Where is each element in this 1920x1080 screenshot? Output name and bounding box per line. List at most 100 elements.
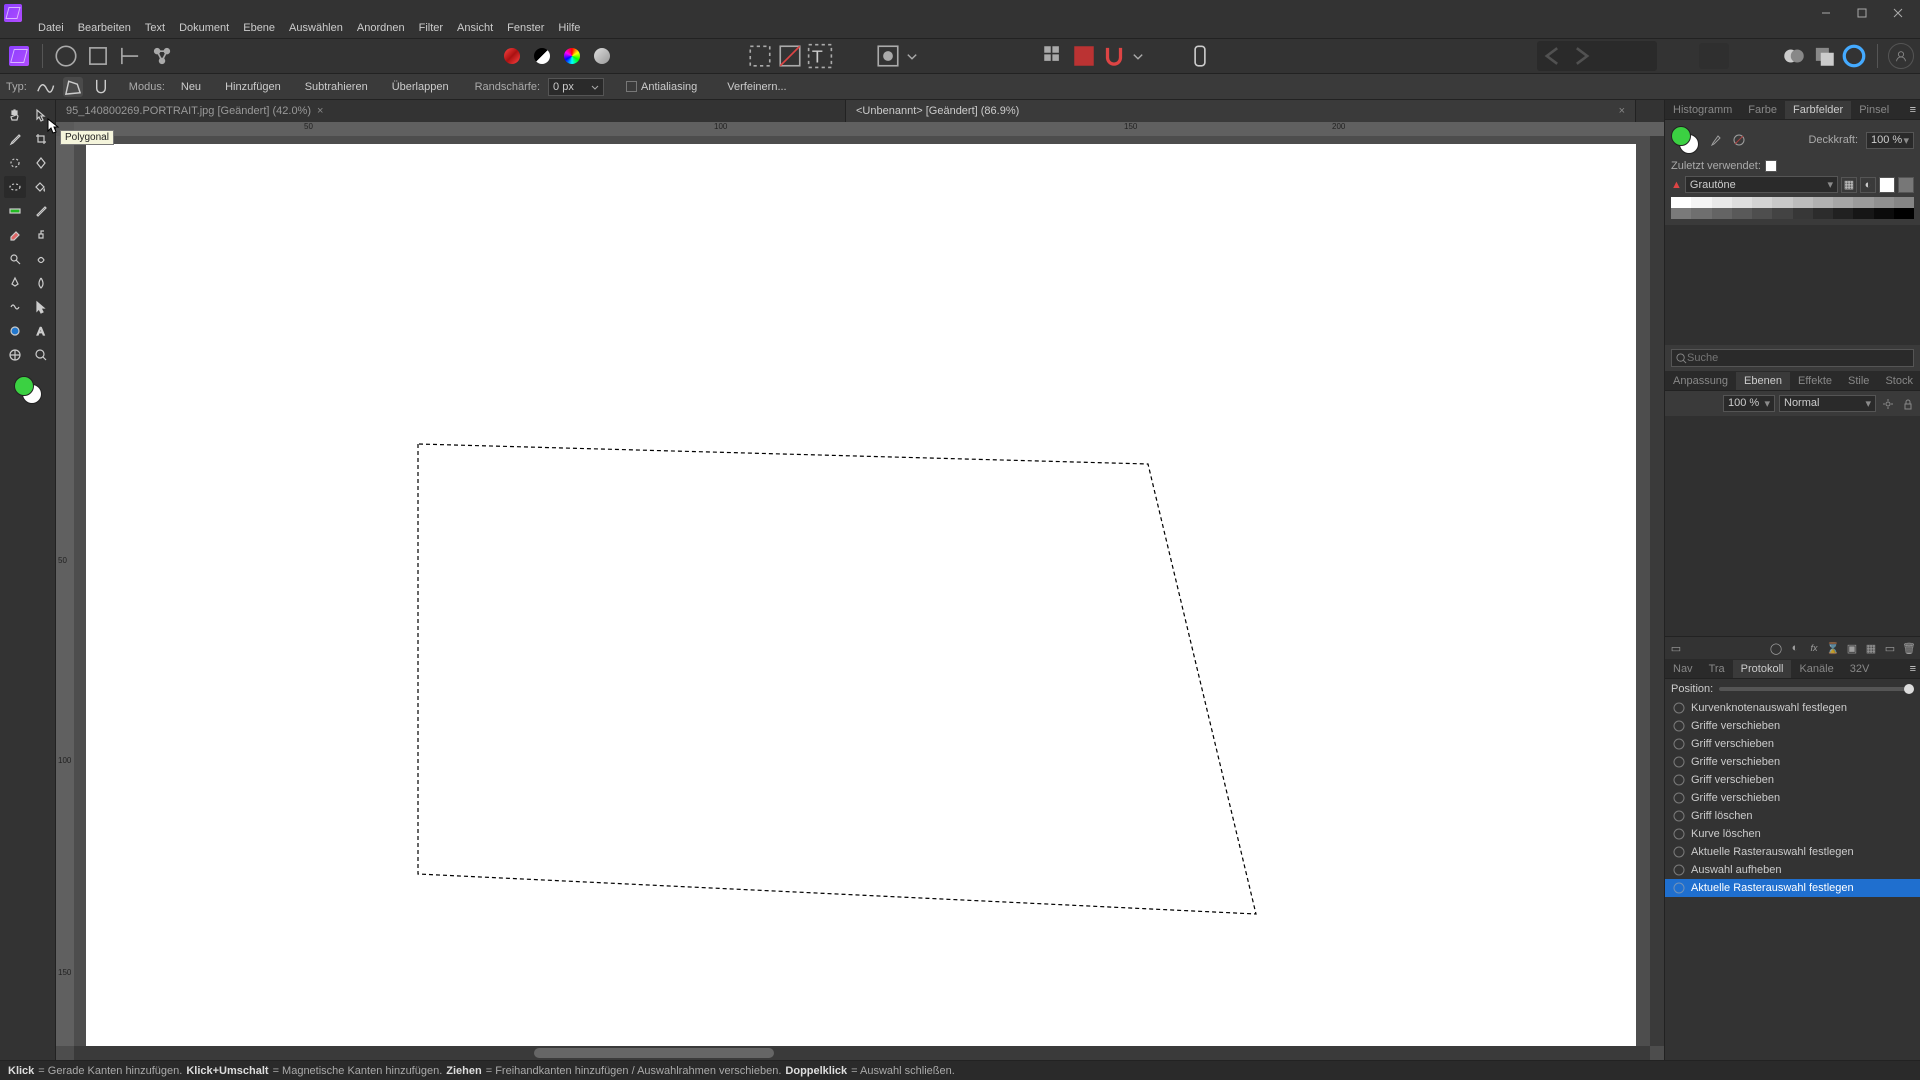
account-icon[interactable] [1888, 43, 1914, 69]
history-item[interactable]: Griffe verschieben [1665, 753, 1920, 771]
tab-stock[interactable]: Stock [1877, 372, 1920, 390]
mesh-tool-icon[interactable] [4, 344, 26, 366]
tab-tra[interactable]: Tra [1701, 660, 1733, 678]
gradient-tool-icon[interactable] [4, 200, 26, 222]
swatch-grid[interactable] [1671, 197, 1914, 219]
menu-anordnen[interactable]: Anordnen [357, 22, 405, 34]
mode-ueberlappen-button[interactable]: Überlappen [384, 78, 457, 96]
auto-colors-icon[interactable] [559, 43, 585, 69]
swatch[interactable] [1874, 197, 1894, 208]
liquify-persona-icon[interactable] [53, 43, 79, 69]
delete-icon[interactable]: 🗑 [1901, 640, 1917, 656]
ruler-horizontal[interactable]: 50 100 150 200 [74, 122, 1664, 136]
smudge-tool-icon[interactable] [30, 248, 52, 270]
history-item[interactable]: Griffe verschieben [1665, 717, 1920, 735]
opacity-input[interactable]: 100 %▾ [1866, 132, 1914, 149]
mode-subtrahieren-button[interactable]: Subtrahieren [297, 78, 376, 96]
tab-ebenen[interactable]: Ebenen [1736, 372, 1790, 390]
blend-mode-select[interactable]: Normal▾ [1779, 395, 1876, 412]
bucket-tool-icon[interactable] [30, 176, 52, 198]
type-magnetic-icon[interactable] [91, 77, 111, 97]
export-persona-icon[interactable] [149, 43, 175, 69]
swatch[interactable] [1732, 197, 1752, 208]
selection-brush-tool-icon[interactable] [4, 152, 26, 174]
shape-tool-icon[interactable] [4, 320, 26, 342]
assistant-icon[interactable] [1187, 43, 1213, 69]
layer-opacity-input[interactable]: 100 %▾ [1723, 395, 1775, 412]
tab-kanaele[interactable]: Kanäle [1791, 660, 1841, 678]
swatch[interactable] [1671, 208, 1691, 219]
menu-hilfe[interactable]: Hilfe [558, 22, 580, 34]
pal-grey-icon[interactable] [1898, 177, 1914, 193]
recent-swatch[interactable] [1765, 160, 1777, 172]
menu-datei[interactable]: Datei [38, 22, 64, 34]
document-tab-2[interactable]: <Unbenannt> [Geändert] (86.9%)× [846, 100, 1636, 122]
menu-fenster[interactable]: Fenster [507, 22, 544, 34]
brush-tool-icon[interactable] [30, 200, 52, 222]
persona-photo-icon[interactable] [6, 43, 32, 69]
swatch[interactable] [1752, 197, 1772, 208]
auto-contrast-icon[interactable] [529, 43, 555, 69]
resource-3-icon[interactable] [1841, 43, 1867, 69]
tab-nav[interactable]: Nav [1665, 660, 1701, 678]
resource-2-icon[interactable] [1811, 43, 1837, 69]
mask-icon[interactable]: ◯ [1768, 640, 1784, 656]
new-pixel-icon[interactable]: ▦ [1863, 640, 1879, 656]
lock-icon[interactable] [1900, 396, 1916, 412]
quickmask-dropdown-icon[interactable] [905, 43, 919, 69]
node-tool-icon[interactable] [30, 296, 52, 318]
adjust-icon[interactable]: ◐ [1787, 640, 1803, 656]
feather-input[interactable]: 0 px [548, 78, 604, 96]
menu-ansicht[interactable]: Ansicht [457, 22, 493, 34]
healing-tool-icon[interactable] [4, 296, 26, 318]
swatch[interactable] [1671, 197, 1691, 208]
clone-tool-icon[interactable] [30, 224, 52, 246]
menu-auswaehlen[interactable]: Auswählen [289, 22, 343, 34]
guides-icon[interactable] [1071, 43, 1097, 69]
close-icon[interactable]: × [317, 105, 323, 117]
horizontal-scrollbar[interactable] [74, 1046, 1650, 1060]
history-item[interactable]: Griff löschen [1665, 807, 1920, 825]
tab-farbfelder[interactable]: Farbfelder [1785, 101, 1851, 119]
pal-white-icon[interactable] [1879, 177, 1895, 193]
grid-icon[interactable] [1041, 43, 1067, 69]
history-item[interactable]: Griff verschieben [1665, 735, 1920, 753]
select-rect-icon[interactable] [747, 43, 773, 69]
panel-menu-icon[interactable]: ≡ [1906, 104, 1920, 116]
swatch[interactable] [1813, 197, 1833, 208]
develop-persona-icon[interactable] [85, 43, 111, 69]
grid-view-icon[interactable]: ▦ [1841, 177, 1857, 193]
history-item[interactable]: Griff verschieben [1665, 771, 1920, 789]
swatch[interactable] [1732, 208, 1752, 219]
mode-neu-button[interactable]: Neu [173, 78, 209, 96]
swatch[interactable] [1772, 208, 1792, 219]
close-icon[interactable]: × [1619, 105, 1625, 117]
panel-menu-icon[interactable]: ≡ [1906, 663, 1920, 675]
select-text-icon[interactable]: T [807, 43, 833, 69]
tab-anpassung[interactable]: Anpassung [1665, 372, 1736, 390]
erase-tool-icon[interactable] [4, 224, 26, 246]
gear-icon[interactable] [1880, 396, 1896, 412]
tab-histogramm[interactable]: Histogramm [1665, 101, 1740, 119]
resource-1-icon[interactable] [1781, 43, 1807, 69]
menu-ebene[interactable]: Ebene [243, 22, 275, 34]
hand-tool-icon[interactable] [4, 104, 26, 126]
swatch[interactable] [1793, 208, 1813, 219]
swatch[interactable] [1712, 197, 1732, 208]
ruler-vertical[interactable]: 50 100 150 [56, 136, 74, 1046]
zoom-tool-icon[interactable] [30, 344, 52, 366]
swatch[interactable] [1813, 208, 1833, 219]
mode-hinzufuegen-button[interactable]: Hinzufügen [217, 78, 289, 96]
history-item[interactable]: Kurve löschen [1665, 825, 1920, 843]
swatch[interactable] [1691, 197, 1711, 208]
auto-levels-icon[interactable] [499, 43, 525, 69]
swatch[interactable] [1853, 197, 1873, 208]
tab-pinsel[interactable]: Pinsel [1851, 101, 1897, 119]
pen-tool-icon[interactable] [4, 272, 26, 294]
tab-protokoll[interactable]: Protokoll [1733, 660, 1792, 678]
tab-stile[interactable]: Stile [1840, 372, 1877, 390]
auto-wb-icon[interactable] [589, 43, 615, 69]
type-freehand-icon[interactable] [35, 77, 55, 97]
canvas[interactable] [86, 144, 1636, 1046]
history-list[interactable]: Kurvenknotenauswahl festlegenGriffe vers… [1665, 699, 1920, 897]
